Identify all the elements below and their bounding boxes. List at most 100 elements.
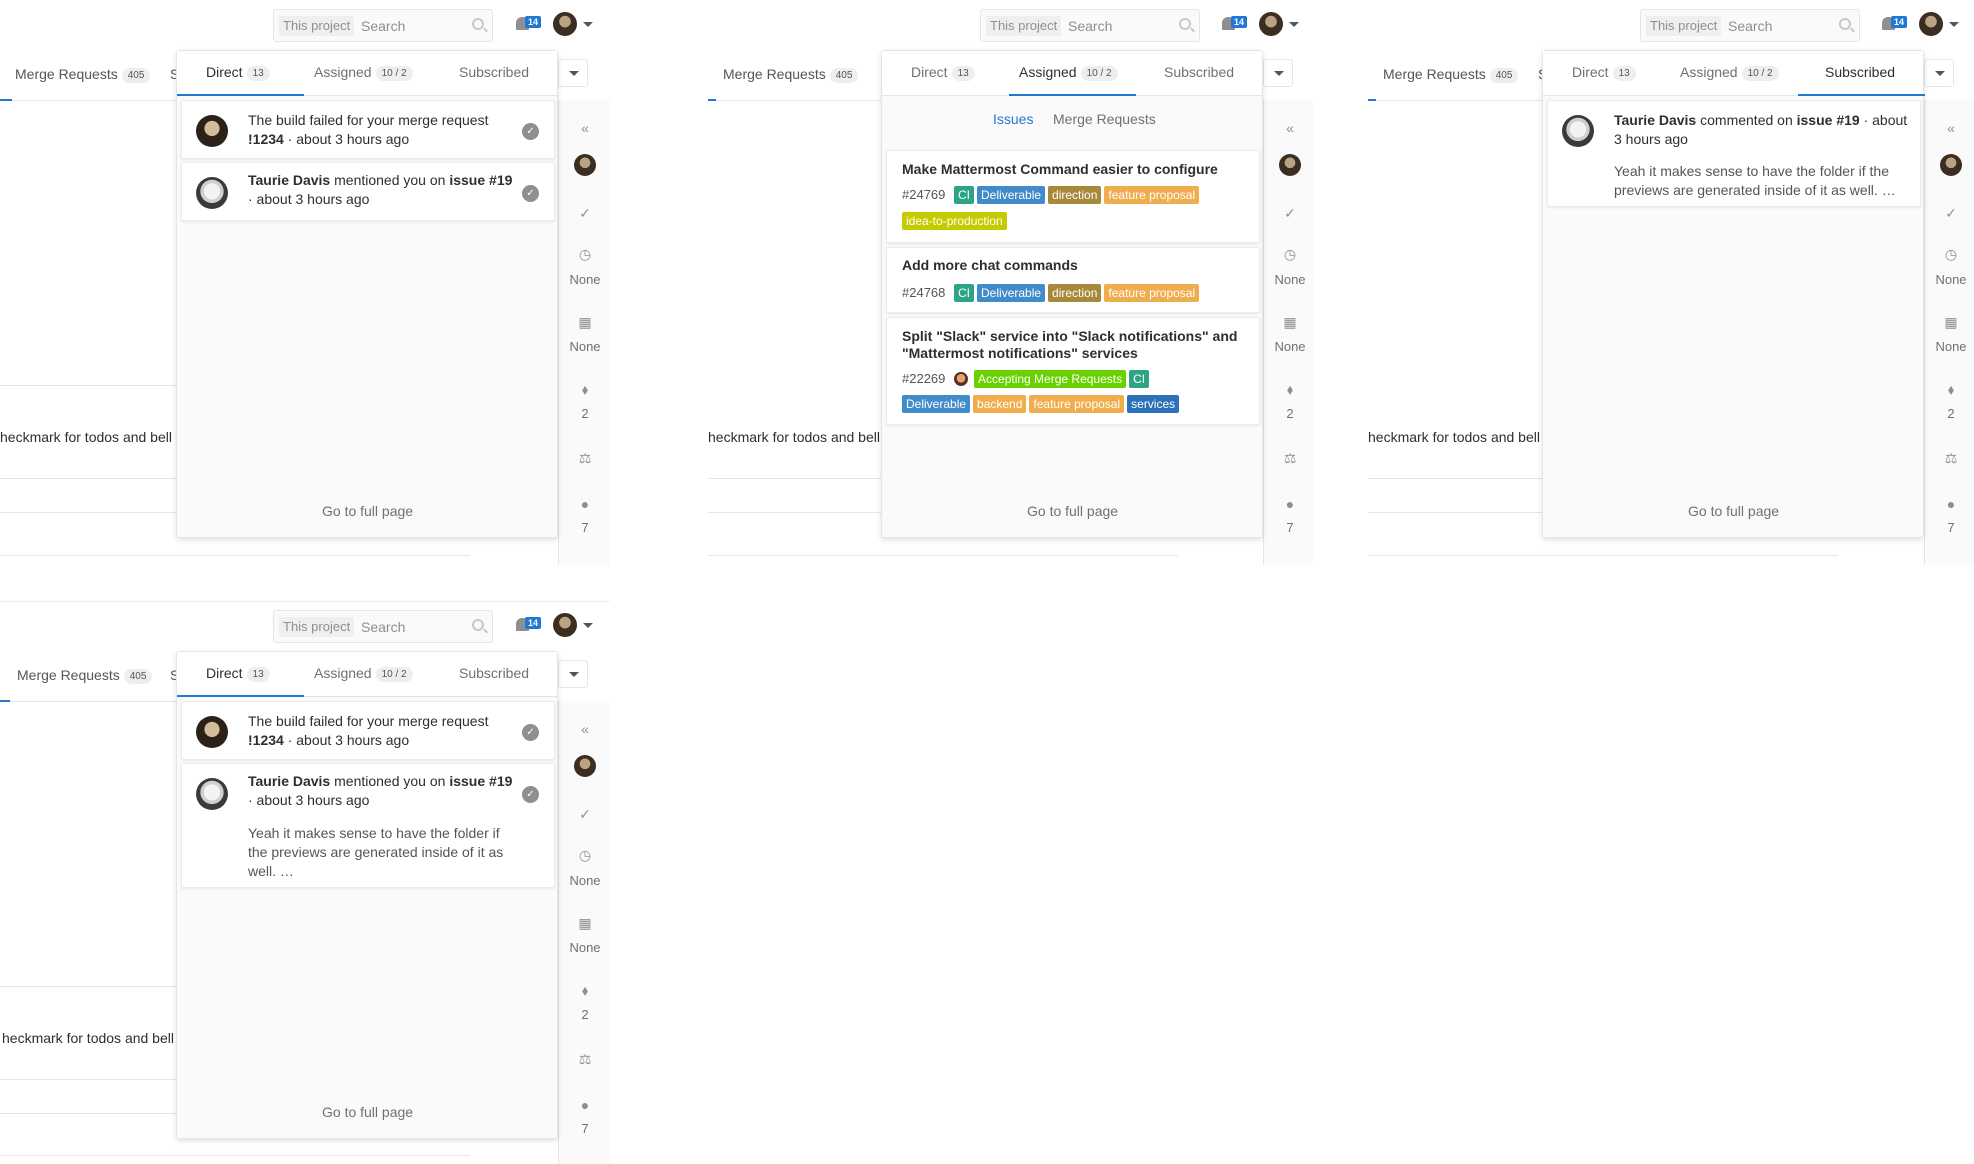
- go-to-full-page-link[interactable]: Go to full page: [322, 1104, 413, 1120]
- chevron-down-icon[interactable]: [1949, 22, 1959, 27]
- tab-direct[interactable]: Direct 13: [1572, 64, 1636, 81]
- tab-merge-requests[interactable]: Merge Requests 405: [723, 66, 859, 83]
- notification-card[interactable]: The build failed for your merge request …: [181, 701, 555, 760]
- tab-assigned[interactable]: Assigned 10 / 2: [1019, 64, 1118, 81]
- issue-ref[interactable]: #19: [489, 172, 512, 188]
- search-icon[interactable]: [1839, 18, 1851, 30]
- tab-direct[interactable]: Direct 13: [911, 64, 975, 81]
- merge-request-ref[interactable]: !1234: [248, 732, 284, 748]
- issue-card[interactable]: Add more chat commands #24768 CI Delivera…: [886, 247, 1260, 313]
- mark-done-icon[interactable]: ✓: [522, 185, 539, 202]
- go-to-full-page-link[interactable]: Go to full page: [322, 503, 413, 519]
- label-ci[interactable]: CI: [954, 185, 975, 204]
- check-circle-icon[interactable]: ✓: [559, 806, 610, 823]
- check-circle-icon[interactable]: ✓: [559, 205, 610, 222]
- issue-card[interactable]: Split "Slack" service into "Slack notifi…: [886, 317, 1260, 425]
- search-input[interactable]: This project Search: [273, 610, 493, 643]
- user-avatar[interactable]: [553, 12, 577, 36]
- user-avatar[interactable]: [553, 613, 577, 637]
- merge-request-ref[interactable]: !1234: [248, 131, 284, 147]
- label-backend[interactable]: backend: [973, 394, 1027, 413]
- tab-subscribed[interactable]: Subscribed: [1164, 64, 1234, 80]
- issue-title[interactable]: Add more chat commands: [902, 258, 1078, 272]
- search-input[interactable]: This project Search: [980, 9, 1200, 42]
- tab-merge-requests[interactable]: Merge Requests 405: [15, 66, 151, 83]
- user-avatar[interactable]: [1259, 12, 1283, 36]
- label-deliverable[interactable]: Deliverable: [902, 394, 971, 413]
- tab-assigned[interactable]: Assigned 10 / 2: [314, 665, 413, 682]
- search-input[interactable]: This project Search: [1640, 9, 1860, 42]
- collapse-icon[interactable]: «: [1264, 120, 1313, 136]
- bell-icon[interactable]: 14: [1222, 16, 1248, 33]
- label-feature-proposal[interactable]: feature proposal: [1104, 283, 1200, 302]
- search-icon[interactable]: [472, 619, 484, 631]
- label-idea-to-production[interactable]: idea-to-production: [902, 211, 1007, 230]
- issue-ref[interactable]: #19: [489, 773, 512, 789]
- tab-subscribed[interactable]: Subscribed: [1825, 64, 1895, 80]
- label-direction[interactable]: direction: [1048, 283, 1102, 302]
- target-type[interactable]: issue: [449, 172, 485, 188]
- dropdown-toggle-button[interactable]: [1924, 59, 1954, 87]
- collapse-icon[interactable]: «: [1925, 120, 1974, 136]
- issue-title[interactable]: Split "Slack" service into "Slack notifi…: [902, 328, 1242, 362]
- tab-merge-requests[interactable]: Merge Requests 405: [1383, 66, 1519, 83]
- mark-done-icon[interactable]: ✓: [522, 724, 539, 741]
- notification-card[interactable]: The build failed for your merge request …: [181, 100, 555, 159]
- bell-icon[interactable]: 14: [516, 617, 542, 634]
- tab-assigned[interactable]: Assigned 10 / 2: [1680, 64, 1779, 81]
- search-scope-badge[interactable]: This project: [986, 16, 1062, 36]
- label-accepting-merge-requests[interactable]: Accepting Merge Requests: [974, 369, 1127, 388]
- chevron-down-icon[interactable]: [583, 22, 593, 27]
- search-scope-badge[interactable]: This project: [279, 16, 355, 36]
- bell-icon[interactable]: 14: [516, 16, 542, 33]
- target-type[interactable]: issue: [449, 773, 485, 789]
- check-circle-icon[interactable]: ✓: [1925, 205, 1974, 222]
- notification-card[interactable]: Taurie Davis mentioned you on issue #19 …: [181, 763, 555, 888]
- label-deliverable[interactable]: Deliverable: [977, 283, 1046, 302]
- chevron-down-icon[interactable]: [583, 623, 593, 628]
- tab-direct[interactable]: Direct 13: [206, 64, 270, 81]
- tab-subscribed[interactable]: Subscribed: [459, 64, 529, 80]
- label-services[interactable]: services: [1127, 394, 1180, 413]
- collapse-icon[interactable]: «: [559, 120, 610, 136]
- tab-merge-requests[interactable]: Merge Requests 405: [17, 667, 153, 684]
- notification-card[interactable]: Taurie Davis mentioned you on issue #19 …: [181, 162, 555, 221]
- chevron-down-icon[interactable]: [1289, 22, 1299, 27]
- notification-card[interactable]: Taurie Davis commented on issue #19 · ab…: [1547, 100, 1921, 207]
- search-icon[interactable]: [472, 18, 484, 30]
- go-to-full-page-link[interactable]: Go to full page: [1027, 503, 1118, 519]
- label-ci[interactable]: CI: [1129, 369, 1150, 388]
- dropdown-toggle-button[interactable]: [558, 660, 588, 688]
- issue-ref[interactable]: issue #19: [1797, 112, 1860, 128]
- go-to-full-page-link[interactable]: Go to full page: [1688, 503, 1779, 519]
- search-scope-badge[interactable]: This project: [1646, 16, 1722, 36]
- mark-done-icon[interactable]: ✓: [522, 786, 539, 803]
- dropdown-toggle-button[interactable]: [1263, 59, 1293, 87]
- actor-name[interactable]: Taurie Davis: [248, 172, 330, 188]
- label-ci[interactable]: CI: [954, 283, 975, 302]
- assignee-avatar[interactable]: [574, 154, 596, 176]
- search-input[interactable]: This project Search: [273, 9, 493, 42]
- tab-subscribed[interactable]: Subscribed: [459, 665, 529, 681]
- dropdown-toggle-button[interactable]: [558, 59, 588, 87]
- assignee-avatar[interactable]: [574, 755, 596, 777]
- tab-direct[interactable]: Direct 13: [206, 665, 270, 682]
- assignee-avatar[interactable]: [1279, 154, 1301, 176]
- assignee-avatar[interactable]: [1940, 154, 1962, 176]
- issue-card[interactable]: Make Mattermost Command easier to config…: [886, 150, 1260, 243]
- tab-assigned[interactable]: Assigned 10 / 2: [314, 64, 413, 81]
- label-feature-proposal[interactable]: feature proposal: [1029, 394, 1125, 413]
- search-scope-badge[interactable]: This project: [279, 617, 355, 637]
- user-avatar[interactable]: [1919, 12, 1943, 36]
- label-feature-proposal[interactable]: feature proposal: [1104, 185, 1200, 204]
- check-circle-icon[interactable]: ✓: [1264, 205, 1313, 222]
- label-direction[interactable]: direction: [1048, 185, 1102, 204]
- subtab-issues[interactable]: Issues: [993, 111, 1033, 127]
- collapse-icon[interactable]: «: [559, 721, 610, 737]
- actor-name[interactable]: Taurie Davis: [1614, 112, 1696, 128]
- actor-name[interactable]: Taurie Davis: [248, 773, 330, 789]
- subtab-merge-requests[interactable]: Merge Requests: [1053, 111, 1156, 127]
- bell-icon[interactable]: 14: [1882, 16, 1908, 33]
- issue-title[interactable]: Make Mattermost Command easier to config…: [902, 162, 1218, 176]
- label-deliverable[interactable]: Deliverable: [977, 185, 1046, 204]
